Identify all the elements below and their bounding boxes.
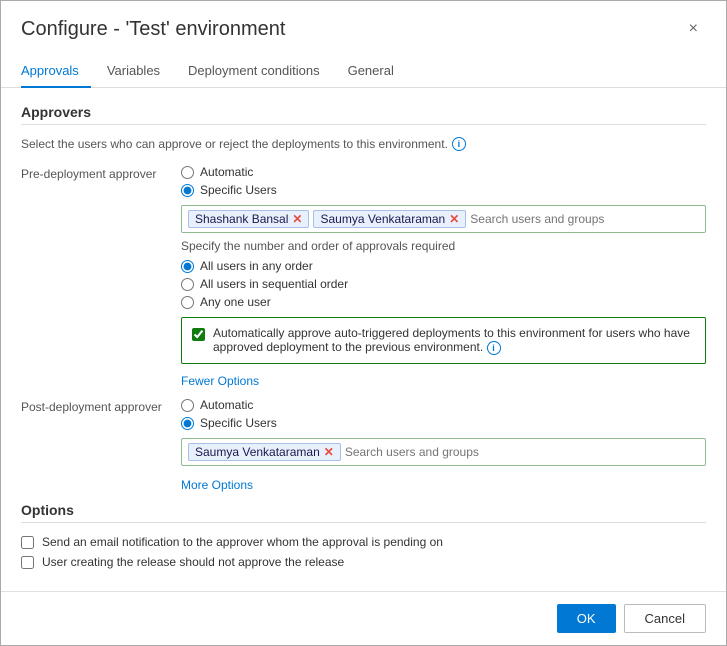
cancel-button[interactable]: Cancel (624, 604, 706, 633)
approvers-desc: Select the users who can approve or reje… (21, 137, 706, 151)
order-radio-group: All users in any order All users in sequ… (181, 259, 706, 309)
any-order-radio-item[interactable]: All users in any order (181, 259, 706, 273)
post-specific-radio[interactable] (181, 417, 194, 430)
dialog-footer: OK Cancel (1, 591, 726, 645)
sequential-radio[interactable] (181, 278, 194, 291)
any-one-radio[interactable] (181, 296, 194, 309)
post-tag-saumya-remove[interactable]: ✕ (324, 446, 334, 458)
post-deployment-content: Automatic Specific Users Saumya Venkatar… (181, 398, 706, 492)
no-self-approve-label: User creating the release should not app… (42, 555, 344, 569)
approvers-divider (21, 124, 706, 125)
dialog-body: Approvers Select the users who can appro… (1, 88, 726, 591)
pre-specific-radio-item[interactable]: Specific Users (181, 183, 706, 197)
ok-button[interactable]: OK (557, 604, 616, 633)
auto-approve-checkbox[interactable] (192, 328, 205, 341)
post-search-input[interactable] (345, 445, 699, 459)
fewer-options-link[interactable]: Fewer Options (181, 374, 259, 388)
pre-deployment-row: Pre-deployment approver Automatic Specif… (21, 165, 706, 388)
options-divider (21, 522, 706, 523)
tab-variables[interactable]: Variables (107, 55, 172, 88)
pre-tag-saumya: Saumya Venkataraman ✕ (313, 210, 466, 228)
post-auto-radio-item[interactable]: Automatic (181, 398, 706, 412)
pre-deployment-label: Pre-deployment approver (21, 165, 181, 181)
pre-deployment-content: Automatic Specific Users Shashank Bansal… (181, 165, 706, 388)
pre-search-input[interactable] (470, 212, 699, 226)
post-auto-radio[interactable] (181, 399, 194, 412)
pre-auto-radio[interactable] (181, 166, 194, 179)
tab-deployment-conditions[interactable]: Deployment conditions (188, 55, 332, 88)
post-deployment-row: Post-deployment approver Automatic Speci… (21, 398, 706, 492)
pre-auto-radio-item[interactable]: Automatic (181, 165, 706, 179)
post-tag-saumya: Saumya Venkataraman ✕ (188, 443, 341, 461)
no-self-approve-checkbox[interactable] (21, 556, 34, 569)
post-deployment-radio-group: Automatic Specific Users (181, 398, 706, 430)
email-notify-label: Send an email notification to the approv… (42, 535, 443, 549)
email-notify-row: Send an email notification to the approv… (21, 535, 706, 549)
any-order-radio[interactable] (181, 260, 194, 273)
pre-tag-shashank-remove[interactable]: ✕ (292, 213, 302, 225)
no-self-approve-row: User creating the release should not app… (21, 555, 706, 569)
post-specific-radio-item[interactable]: Specific Users (181, 416, 706, 430)
options-section: Options Send an email notification to th… (21, 502, 706, 569)
pre-specific-radio[interactable] (181, 184, 194, 197)
email-notify-checkbox[interactable] (21, 536, 34, 549)
post-deployment-tag-input[interactable]: Saumya Venkataraman ✕ (181, 438, 706, 466)
pre-deployment-tag-input[interactable]: Shashank Bansal ✕ Saumya Venkataraman ✕ (181, 205, 706, 233)
options-section-title: Options (21, 502, 706, 518)
tab-approvals[interactable]: Approvals (21, 55, 91, 88)
dialog-title: Configure - 'Test' environment (21, 18, 285, 41)
pre-deployment-radio-group: Automatic Specific Users (181, 165, 706, 197)
auto-approve-info-icon[interactable]: i (487, 341, 501, 355)
sequential-radio-item[interactable]: All users in sequential order (181, 277, 706, 291)
dialog-header: Configure - 'Test' environment × (1, 1, 726, 51)
auto-approve-checkbox-container: Automatically approve auto-triggered dep… (181, 317, 706, 364)
approvers-section-title: Approvers (21, 104, 706, 120)
tab-general[interactable]: General (348, 55, 406, 88)
pre-tag-saumya-remove[interactable]: ✕ (449, 213, 459, 225)
tabs-bar: Approvals Variables Deployment condition… (1, 55, 726, 88)
any-one-radio-item[interactable]: Any one user (181, 295, 706, 309)
post-deployment-label: Post-deployment approver (21, 398, 181, 414)
approvers-info-icon[interactable]: i (452, 137, 466, 151)
more-options-link[interactable]: More Options (181, 478, 253, 492)
configure-dialog: Configure - 'Test' environment × Approva… (0, 0, 727, 646)
order-label: Specify the number and order of approval… (181, 239, 706, 253)
pre-tag-shashank: Shashank Bansal ✕ (188, 210, 309, 228)
close-button[interactable]: × (681, 17, 706, 41)
